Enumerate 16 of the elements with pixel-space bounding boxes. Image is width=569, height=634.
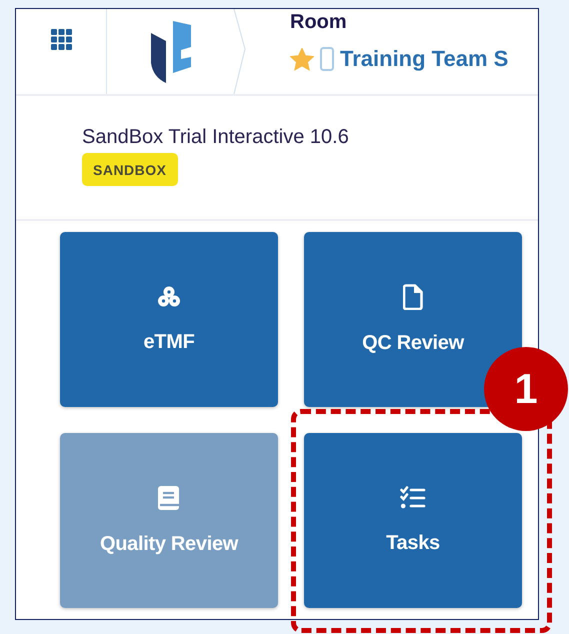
- step-number-badge: 1: [484, 347, 568, 431]
- task-list-icon: [400, 486, 426, 510]
- phone-icon: [320, 47, 334, 71]
- app-tile[interactable]: eTMF: [60, 232, 278, 407]
- sandbox-badge: SANDBOX: [82, 153, 178, 186]
- cubes-icon: [157, 285, 181, 309]
- star-icon[interactable]: [290, 48, 314, 70]
- logo-icon: [149, 20, 193, 82]
- study-title: SandBox Trial Interactive 10.6: [82, 126, 349, 149]
- chevron-icon: [233, 9, 247, 94]
- app-tile[interactable]: Tasks: [304, 433, 522, 608]
- apps-grid-icon[interactable]: [50, 29, 72, 50]
- book-icon: [157, 485, 181, 511]
- file-icon: [403, 284, 423, 310]
- room-name[interactable]: Training Team S: [340, 46, 508, 72]
- room-label: Room: [290, 11, 348, 34]
